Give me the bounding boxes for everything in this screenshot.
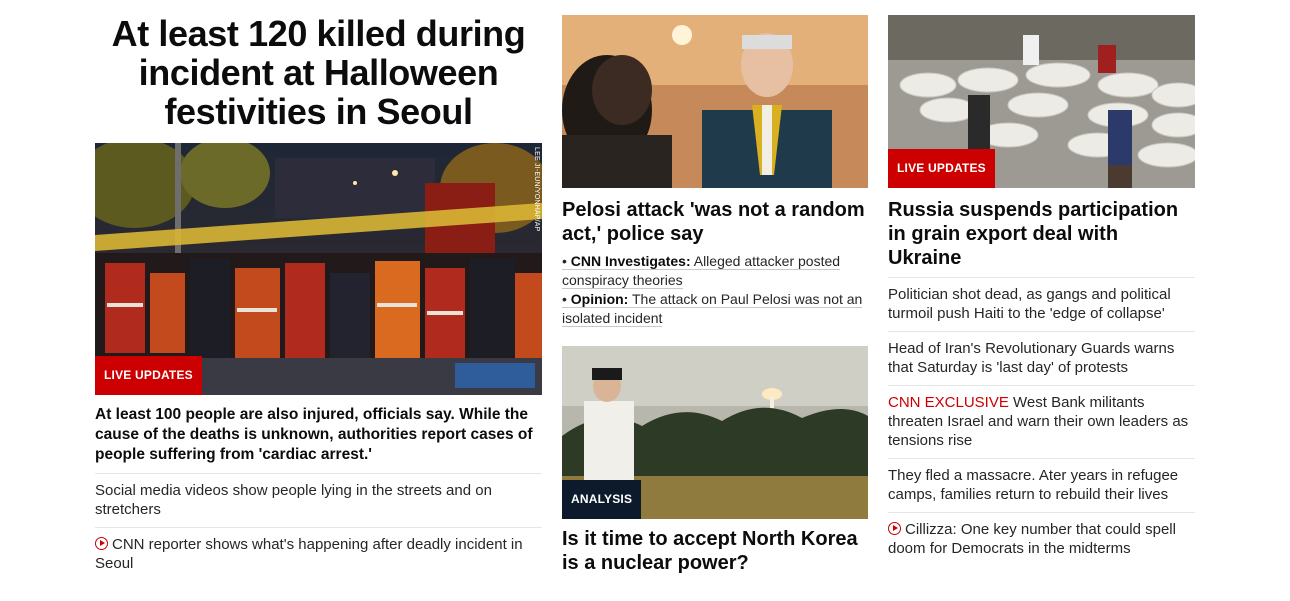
related-link-text: CNN reporter shows what's happening afte… [95, 536, 523, 572]
photo-credit: LEE JI-EUN/YONHAP/AP [533, 147, 540, 232]
related-link-social-media[interactable]: Social media videos show people lying in… [95, 474, 542, 528]
sublink-cnn-investigates[interactable]: • CNN Investigates: Alleged attacker pos… [562, 252, 868, 290]
pelosi-sublinks: • CNN Investigates: Alleged attacker pos… [562, 252, 868, 328]
related-link-video-reporter[interactable]: CNN reporter shows what's happening afte… [95, 528, 542, 581]
north-korea-story-photo[interactable]: ANALYSIS [562, 346, 868, 519]
analysis-badge: ANALYSIS [562, 480, 642, 519]
main-headline[interactable]: At least 120 killed during incident at H… [95, 14, 542, 131]
related-link-text: Cillizza: One key number that could spel… [888, 521, 1176, 557]
pelosi-headline[interactable]: Pelosi attack 'was not a random act,' po… [562, 198, 868, 246]
lead-story-column: At least 120 killed during incident at H… [95, 0, 542, 581]
related-link-haiti[interactable]: Politician shot dead, as gangs and polit… [888, 278, 1195, 332]
north-korea-headline[interactable]: Is it time to accept North Korea is a nu… [562, 527, 868, 575]
related-link-text: They fled a massacre. Ater years in refu… [888, 467, 1179, 503]
pelosi-image [562, 15, 868, 188]
live-updates-badge: LIVE UPDATES [888, 149, 995, 188]
sublink-opinion[interactable]: • Opinion: The attack on Paul Pelosi was… [562, 290, 868, 328]
related-link-text: Politician shot dead, as gangs and polit… [888, 286, 1171, 322]
related-link-cillizza[interactable]: Cillizza: One key number that could spel… [888, 513, 1195, 566]
sublink-label: CNN Investigates: [570, 253, 691, 269]
grain-story-photo[interactable]: LIVE UPDATES [888, 15, 1195, 188]
related-link-iran[interactable]: Head of Iran's Revolutionary Guards warn… [888, 332, 1195, 386]
play-icon [95, 537, 108, 550]
pelosi-story-photo[interactable] [562, 15, 868, 188]
related-link-text: Social media videos show people lying in… [95, 482, 492, 518]
related-link-refugees[interactable]: They fled a massacre. Ater years in refu… [888, 459, 1195, 513]
play-icon [888, 522, 901, 535]
related-link-text: Head of Iran's Revolutionary Guards warn… [888, 340, 1175, 376]
live-updates-badge: LIVE UPDATES [95, 356, 202, 395]
lead-description: At least 100 people are also injured, of… [95, 405, 542, 474]
third-column: LIVE UPDATES Russia suspends participati… [888, 0, 1195, 566]
exclusive-label: CNN EXCLUSIVE [888, 394, 1009, 411]
related-link-west-bank[interactable]: CNN EXCLUSIVE West Bank militants threat… [888, 386, 1195, 459]
russia-grain-headline[interactable]: Russia suspends participation in grain e… [888, 198, 1195, 278]
seoul-crowd-photo[interactable]: LEE JI-EUN/YONHAP/AP LIVE UPDATES [95, 143, 542, 395]
sublink-label: Opinion: [570, 291, 629, 307]
second-column: Pelosi attack 'was not a random act,' po… [562, 0, 868, 574]
